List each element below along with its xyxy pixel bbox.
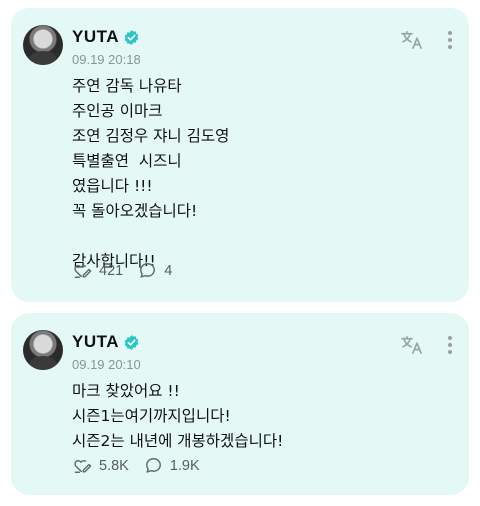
more-vertical-icon[interactable] [447,30,453,50]
post-text-line: 꼭 돌아오겠습니다! [72,202,198,220]
author-row: YUTA [72,27,140,47]
post-text-line: 주인공 이마크 [72,102,163,120]
avatar[interactable] [23,25,63,65]
verified-badge-icon [124,334,139,350]
post-body: 마크 찾았어요 !! 시즌1는여기까지입니다! 시즌2는 내년에 개봉하겠습니다… [72,379,283,454]
comment-count: 4 [164,262,173,279]
author-row: YUTA [72,332,140,352]
post-text-line [72,224,229,249]
comment-count: 1.9K [169,457,200,474]
author-name[interactable]: YUTA [72,27,119,47]
comment-bubble-icon [145,458,161,473]
avatar[interactable] [23,330,63,370]
translate-icon[interactable] [400,30,424,50]
like-button[interactable]: 421 [73,261,123,280]
post-text-line: 조연 김정우 쟈니 김도영 [72,127,230,145]
post-actions: 421 4 [73,261,187,280]
like-count: 421 [99,262,124,279]
post-timestamp: 09.19 20:18 [72,52,141,67]
heart-pen-icon [74,460,92,473]
post-card[interactable]: YUTA 09.19 20:18 주연 감독 나유타 주인공 이마크 조연 김정… [11,8,469,302]
heart-pen-icon [74,265,92,278]
comment-button[interactable]: 1.9K [144,456,200,475]
post-text-line: 마크 찾았어요 !! [72,382,180,400]
post-card[interactable]: YUTA 09.19 20:10 마크 찾았어요 !! 시즌1는여기까지입니다!… [11,313,469,495]
more-vertical-icon[interactable] [447,335,453,355]
author-name[interactable]: YUTA [72,332,119,352]
post-text-line: 시즌1는여기까지입니다! [72,407,231,425]
post-body: 주연 감독 나유타 주인공 이마크 조연 김정우 쟈니 김도영 특별출연 시즈니… [72,74,229,274]
comment-button[interactable]: 4 [138,261,172,280]
like-button[interactable]: 5.8K [73,456,129,475]
post-text-line: 주연 감독 나유타 [72,77,182,95]
post-timestamp: 09.19 20:10 [72,357,141,372]
post-actions: 5.8K 1.9K [73,456,215,475]
verified-badge-icon [124,29,139,45]
translate-icon[interactable] [400,335,424,355]
post-text-line: 특별출연 시즈니 [72,152,182,170]
post-text-line: 였읍니다 !!! [72,177,153,195]
post-text-line: 시즌2는 내년에 개봉하겠습니다! [72,432,284,450]
like-count: 5.8K [99,457,129,474]
comment-bubble-icon [140,263,156,278]
